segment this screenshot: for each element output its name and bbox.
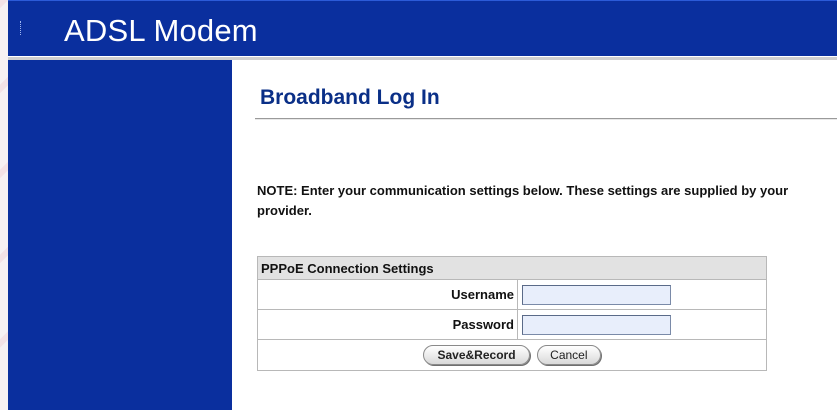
password-label: Password — [257, 309, 518, 340]
password-cell — [517, 309, 767, 340]
cancel-button[interactable]: Cancel — [537, 345, 601, 365]
username-label: Username — [257, 279, 518, 310]
table-row: Save&Record Cancel — [257, 339, 767, 371]
page-title: Broadband Log In — [260, 86, 440, 109]
sidebar — [8, 60, 232, 410]
app-title: ADSL Modem — [64, 13, 258, 48]
frame-marker-icon — [20, 21, 23, 35]
username-input[interactable] — [522, 284, 671, 305]
table-row: Password — [257, 309, 767, 340]
username-cell — [517, 279, 767, 310]
table-header-row: PPPoE Connection Settings — [257, 256, 767, 280]
button-row: Save&Record Cancel — [257, 339, 767, 371]
main-content: Broadband Log In NOTE: Enter your commun… — [232, 60, 837, 410]
password-input[interactable] — [522, 314, 671, 335]
app-header: ADSL Modem — [8, 0, 837, 57]
save-record-button[interactable]: Save&Record — [423, 345, 530, 365]
pppoe-settings-table: PPPoE Connection Settings Username Passw… — [257, 256, 767, 371]
table-row: Username — [257, 279, 767, 310]
title-divider — [255, 118, 837, 120]
settings-note: NOTE: Enter your communication settings … — [257, 183, 789, 218]
section-title: PPPoE Connection Settings — [257, 256, 767, 280]
